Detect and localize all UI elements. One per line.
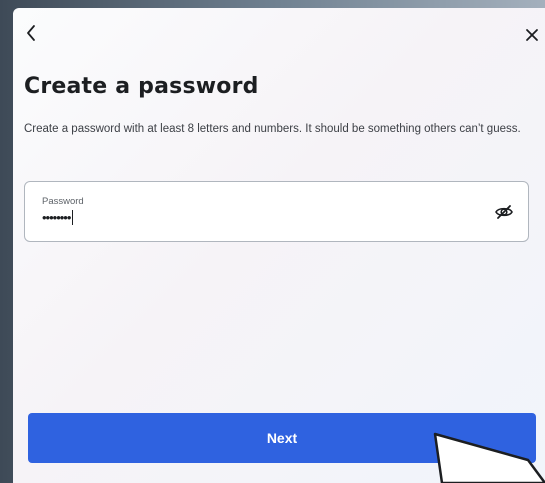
create-password-dialog: Create a password Create a password with… <box>13 8 545 483</box>
text-caret <box>72 210 74 225</box>
password-value: •••••••• <box>42 210 71 225</box>
show-password-toggle[interactable] <box>494 202 514 222</box>
password-instructions: Create a password with at least 8 letter… <box>24 123 521 135</box>
password-field-label: Password <box>42 196 84 207</box>
close-button[interactable] <box>525 28 539 42</box>
password-field[interactable]: Password •••••••• <box>24 181 529 242</box>
back-button[interactable] <box>22 22 42 44</box>
close-icon <box>526 29 538 41</box>
password-input[interactable]: •••••••• <box>42 210 74 226</box>
eye-slash-icon <box>495 205 513 219</box>
chevron-left-icon <box>27 25 35 41</box>
next-button[interactable]: Next <box>28 413 536 463</box>
page-title: Create a password <box>24 74 259 99</box>
